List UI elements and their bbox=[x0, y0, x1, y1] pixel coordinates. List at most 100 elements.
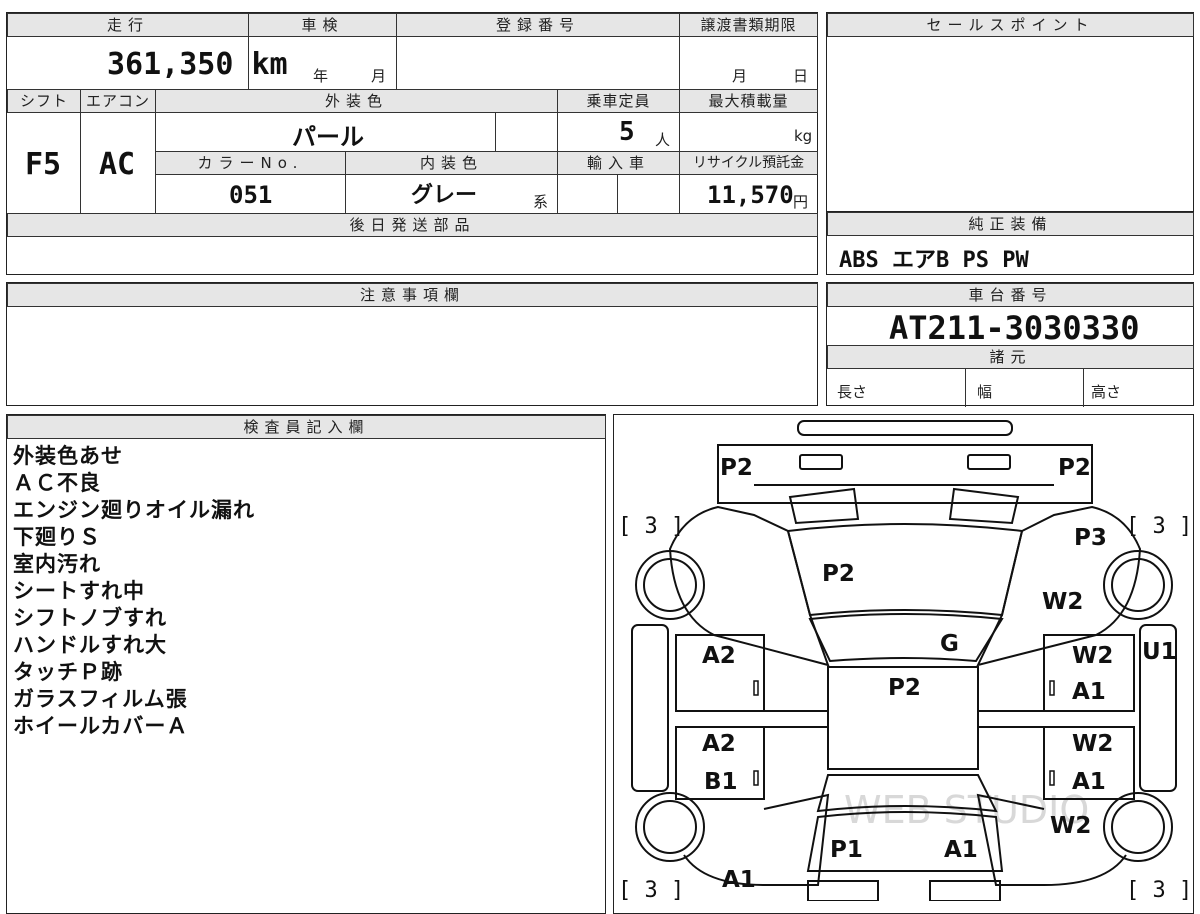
note-item: シートすれ中 bbox=[13, 579, 145, 603]
mark-front-left: P2 bbox=[720, 455, 753, 481]
note-item: エンジン廻りオイル漏れ bbox=[13, 498, 255, 522]
inspection-year: 年 bbox=[313, 67, 329, 85]
interior-suffix: 系 bbox=[533, 193, 549, 211]
front-lamp-left bbox=[788, 487, 860, 525]
mileage-header: 走行 bbox=[7, 13, 249, 37]
wheel-front-left-inner bbox=[643, 558, 697, 612]
mileage-value: 361,350 km bbox=[107, 47, 288, 82]
mark-windshield: G bbox=[940, 631, 959, 657]
note-item: ガラスフィルム張 bbox=[13, 687, 188, 711]
genuine-equipment-box: 純正装備 ABS エアB PS PW bbox=[826, 211, 1194, 275]
mark-left-rear-door-b: B1 bbox=[704, 769, 738, 795]
mark-trunk-left: P1 bbox=[830, 837, 863, 863]
maxload-unit: kg bbox=[794, 127, 813, 145]
vehicle-info-form: 走行 車検 登録番号 譲渡書類期限 361,350 km 年 月 月 日 シフト… bbox=[6, 12, 818, 275]
registration-header: 登録番号 bbox=[396, 13, 680, 37]
color-no-header: カラーNo. bbox=[155, 151, 346, 175]
genuine-equipment-header: 純正装備 bbox=[827, 212, 1194, 236]
note-item: ＡＣ不良 bbox=[13, 471, 101, 495]
ac-value: AC bbox=[99, 147, 136, 182]
front-panel bbox=[717, 444, 1093, 504]
ac-header: エアコン bbox=[80, 89, 156, 113]
note-item: ホイールカバーＡ bbox=[13, 714, 189, 738]
note-item: シフトノブすれ bbox=[13, 606, 167, 630]
import-header: 輸入車 bbox=[557, 151, 680, 175]
front-lamp-right bbox=[948, 487, 1020, 525]
exterior-value: パール bbox=[292, 123, 364, 151]
note-item: 室内汚れ bbox=[13, 552, 101, 576]
interior-value: グレー bbox=[411, 183, 478, 208]
wheel-front-left bbox=[635, 550, 705, 620]
mark-right-fender-w: W2 bbox=[1042, 589, 1083, 615]
headlight-left bbox=[799, 454, 843, 470]
mark-right-front-door-a: W2 bbox=[1072, 643, 1113, 669]
wheel-rear-left bbox=[635, 792, 705, 862]
inspector-notes: 外装色あせ ＡＣ不良 エンジン廻りオイル漏れ 下廻りＳ 室内汚れ シートすれ中 … bbox=[13, 443, 255, 740]
caution-header: 注意事項欄 bbox=[7, 283, 818, 307]
mark-roof: P2 bbox=[888, 675, 921, 701]
rear-bumper-right bbox=[929, 880, 1001, 901]
later-parts-header: 後日発送部品 bbox=[7, 213, 818, 237]
caution-box: 注意事項欄 bbox=[6, 282, 818, 406]
mark-trunk-right: A1 bbox=[944, 837, 978, 863]
deadline-day: 日 bbox=[793, 67, 809, 85]
deadline-month: 月 bbox=[732, 67, 748, 85]
note-item: タッチＰ跡 bbox=[13, 660, 123, 684]
recycle-unit: 円 bbox=[793, 193, 809, 211]
sales-point-header: セールスポイント bbox=[827, 13, 1194, 37]
mark-hood: P2 bbox=[822, 561, 855, 587]
deadline-header: 譲渡書類期限 bbox=[679, 13, 818, 37]
shift-value: F5 bbox=[25, 147, 62, 182]
inspection-month: 月 bbox=[371, 67, 387, 85]
inspector-header: 検査員記入欄 bbox=[7, 415, 606, 439]
left-sill bbox=[676, 710, 828, 728]
car-diagram: WEB STUDIO [3] [3] [3] [3] P2 P2… bbox=[618, 420, 1192, 901]
note-item: ハンドルすれ大 bbox=[13, 633, 167, 657]
car-diagram-box: WEB STUDIO [3] [3] [3] [3] P2 P2… bbox=[613, 414, 1194, 914]
windshield bbox=[808, 613, 1004, 663]
capacity-unit: 人 bbox=[655, 131, 671, 149]
right-fender bbox=[976, 505, 1142, 667]
note-item: 外装色あせ bbox=[13, 444, 123, 468]
mark-front-right-fender: P3 bbox=[1074, 525, 1107, 551]
chassis-box: 車台番号 AT211-3030330 諸元 長さ 幅 高さ bbox=[826, 282, 1194, 407]
mark-left-rear-door-a: A2 bbox=[702, 731, 736, 757]
mark-right-rear-door-a: W2 bbox=[1072, 731, 1113, 757]
bracket-front-left: [ 3 ] bbox=[618, 514, 684, 539]
recycle-header: リサイクル預託金 bbox=[679, 151, 818, 175]
color-no-value: 051 bbox=[229, 181, 273, 209]
shift-header: シフト bbox=[7, 89, 81, 113]
handle bbox=[1049, 770, 1055, 786]
left-fender bbox=[668, 505, 830, 667]
front-bumper bbox=[797, 420, 1013, 436]
exterior-header: 外装色 bbox=[155, 89, 558, 113]
chassis-number: AT211-3030330 bbox=[889, 309, 1140, 347]
handle bbox=[753, 770, 759, 786]
left-rear-fender bbox=[683, 793, 830, 886]
mark-left-front-door: A2 bbox=[702, 643, 736, 669]
headlight-right bbox=[967, 454, 1011, 470]
mark-right-front-door-b: A1 bbox=[1072, 679, 1106, 705]
handle bbox=[753, 680, 759, 696]
wheel-rear-left-inner bbox=[643, 800, 697, 854]
recycle-value: 11,570 bbox=[707, 181, 794, 209]
length-label: 長さ bbox=[837, 383, 868, 401]
mark-right-rear-door-b: A1 bbox=[1072, 769, 1106, 795]
genuine-equipment-value: ABS エアB PS PW bbox=[839, 248, 1029, 273]
width-label: 幅 bbox=[977, 383, 993, 401]
left-side-molding bbox=[631, 624, 669, 792]
mark-right-side: U1 bbox=[1142, 639, 1177, 665]
note-item: 下廻りＳ bbox=[13, 525, 101, 549]
sales-point-box: セールスポイント bbox=[826, 12, 1194, 212]
mark-rear-left: A1 bbox=[722, 867, 756, 893]
bracket-rear-left: [ 3 ] bbox=[618, 878, 684, 901]
wheel-rear-right-inner bbox=[1111, 800, 1165, 854]
maxload-header: 最大積載量 bbox=[679, 89, 818, 113]
capacity-value: 5 bbox=[619, 117, 635, 147]
chassis-header: 車台番号 bbox=[827, 283, 1194, 307]
height-label: 高さ bbox=[1091, 383, 1122, 401]
mark-front-right: P2 bbox=[1058, 455, 1091, 481]
capacity-header: 乗車定員 bbox=[557, 89, 680, 113]
inspection-header: 車検 bbox=[248, 13, 397, 37]
handle bbox=[1049, 680, 1055, 696]
